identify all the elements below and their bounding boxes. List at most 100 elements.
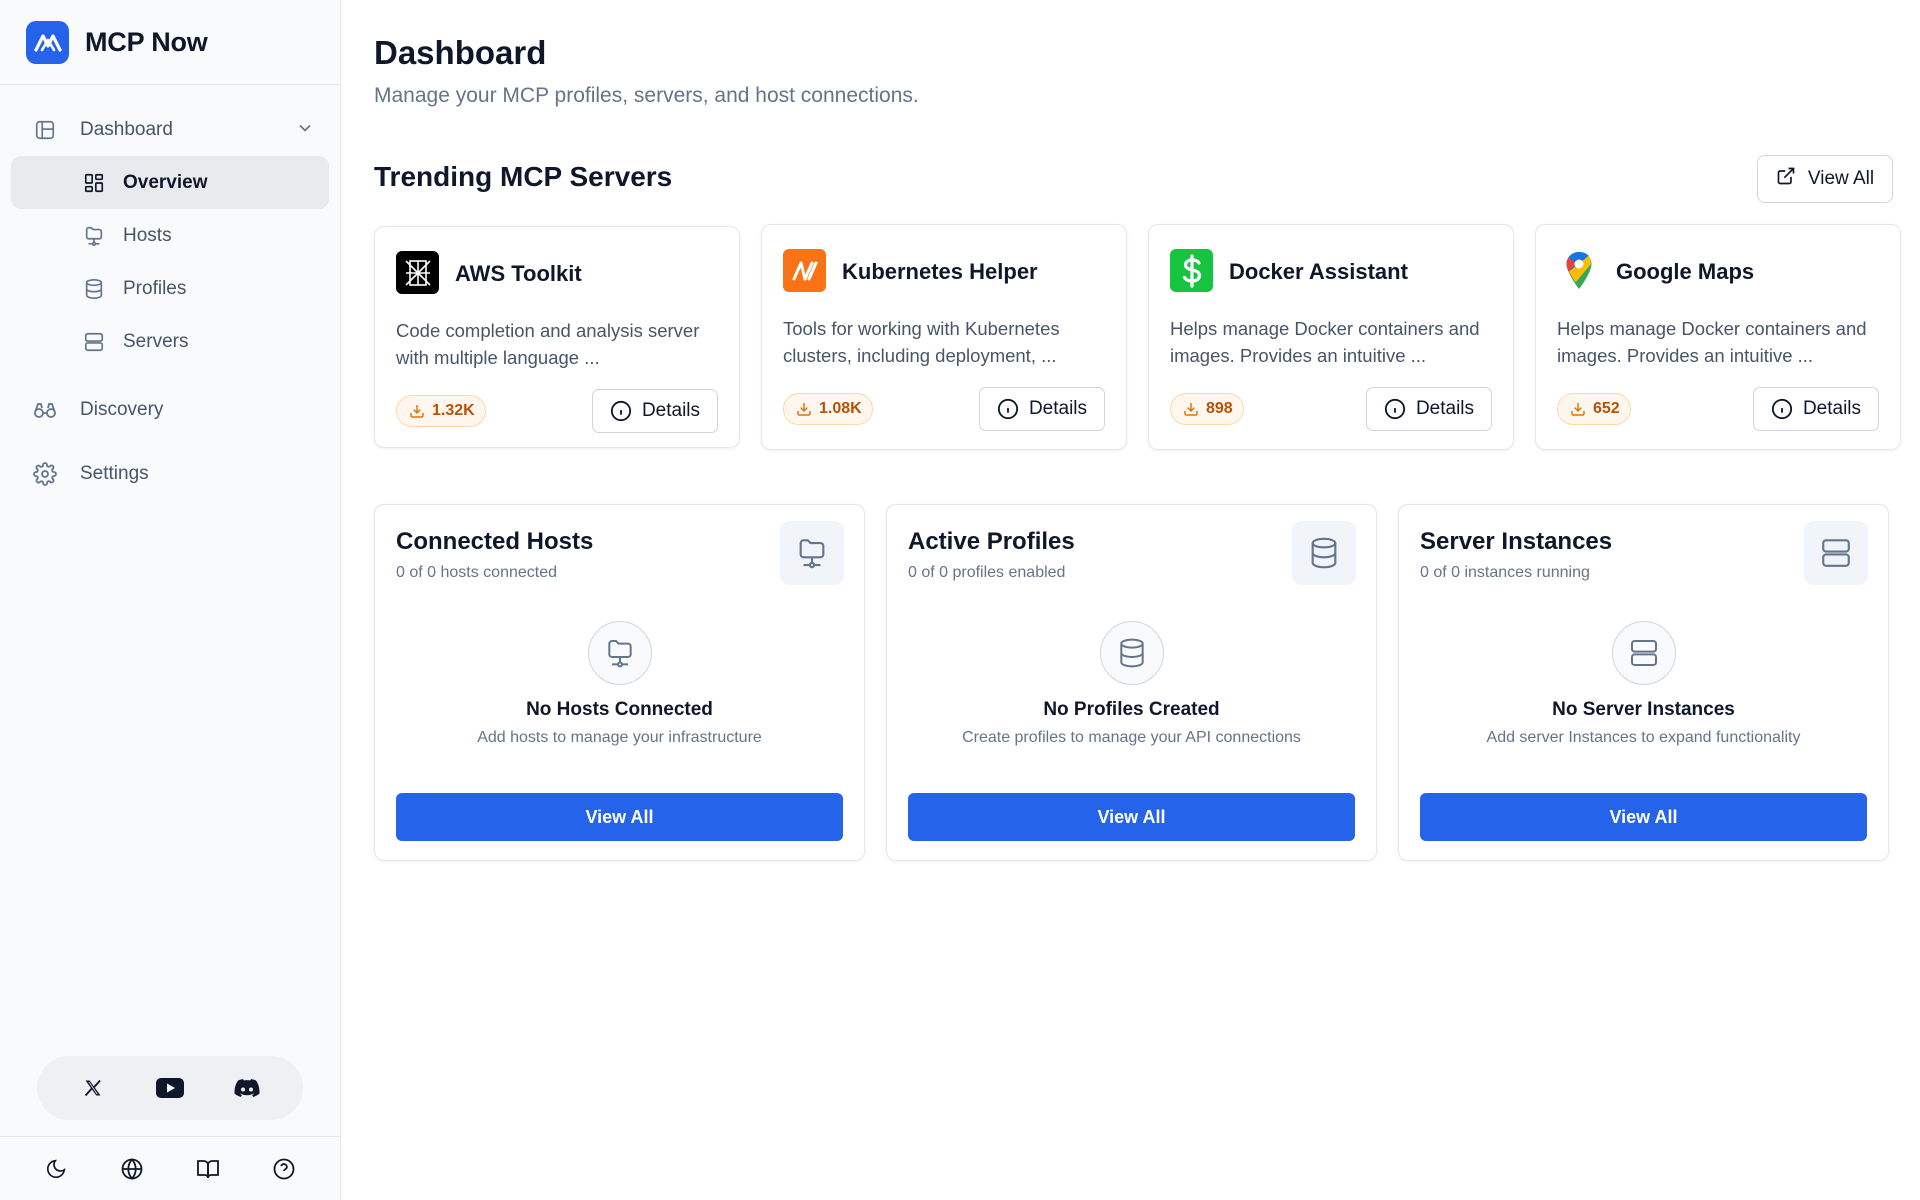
server-name: AWS Toolkit [455,261,582,286]
details-button[interactable]: Details [592,389,718,433]
sidebar-item-profiles[interactable]: Profiles [11,262,329,315]
aws-toolkit-logo [396,251,439,294]
download-icon [797,403,811,416]
connected-hosts-card: Connected Hosts 0 of 0 hosts connected N… [374,504,865,861]
dollar-logo [1170,249,1213,292]
info-icon [1771,398,1793,420]
help-icon[interactable] [264,1149,304,1189]
download-count-badge: 1.32K [396,395,486,427]
card-subtitle: 0 of 0 hosts connected [396,564,557,581]
details-label: Details [1415,398,1475,419]
main-content: Dashboard Manage your MCP profiles, serv… [341,0,1920,1200]
details-label: Details [641,400,701,421]
server-icon [1611,621,1676,685]
view-all-label: View All [1807,168,1875,189]
sidebar-item-dashboard[interactable]: Dashboard [11,103,329,156]
empty-state-subtitle: Add server Instances to expand functiona… [1486,729,1801,746]
empty-state-title: No Profiles Created [1043,699,1220,720]
external-link-icon [1776,166,1796,192]
monitor-icon [81,223,107,249]
sidebar-item-settings[interactable]: Settings [11,442,329,506]
binoculars-icon [32,397,58,423]
book-icon[interactable] [188,1149,228,1189]
info-icon [997,398,1019,420]
sidebar-item-overview[interactable]: Overview [11,156,329,209]
details-button[interactable]: Details [1753,387,1879,431]
database-icon [1292,521,1356,585]
sidebar-item-label: Dashboard [80,118,173,140]
layout-icon [32,117,58,143]
monitor-icon [587,621,652,685]
sidebar-item-label: Hosts [123,224,172,246]
sidebar-item-label: Profiles [123,277,187,299]
server-name: Google Maps [1616,259,1755,284]
google-maps-logo [1557,249,1600,292]
kubernetes-helper-logo [783,249,826,292]
sidebar-item-discovery[interactable]: Discovery [11,378,329,442]
servers-view-all-button[interactable]: View All [1420,793,1867,841]
trending-title: Trending MCP Servers [374,161,673,192]
server-description: Helps manage Docker containers and image… [1170,318,1480,366]
empty-state-subtitle: Create profiles to manage your API conne… [962,729,1301,746]
download-icon [1571,403,1585,416]
card-title: Active Profiles [908,528,1075,555]
empty-state-subtitle: Add hosts to manage your infrastructure [477,729,762,746]
brand[interactable]: MCP Now [0,0,340,85]
sidebar-item-label: Settings [80,463,149,484]
page-title: Dashboard [374,34,547,71]
sidebar-item-label: Overview [123,171,208,193]
download-count: 1.32K [432,402,475,419]
card-subtitle: 0 of 0 instances running [1420,564,1590,581]
social-links [37,1056,303,1120]
details-label: Details [1802,398,1862,419]
details-label: Details [1028,398,1088,419]
empty-state-title: No Hosts Connected [526,699,713,720]
details-button[interactable]: Details [1366,387,1492,431]
active-profiles-card: Active Profiles 0 of 0 profiles enabled … [886,504,1377,861]
trending-card-google-maps[interactable]: Google Maps Helps manage Docker containe… [1535,224,1901,450]
database-icon [81,276,107,302]
card-title: Connected Hosts [396,528,594,555]
download-count: 1.08K [819,400,862,417]
server-name: Kubernetes Helper [842,259,1038,284]
card-subtitle: 0 of 0 profiles enabled [908,564,1066,581]
download-count-badge: 1.08K [783,393,873,425]
page-subtitle: Manage your MCP profiles, servers, and h… [374,84,919,107]
info-icon [1384,398,1406,420]
sidebar-item-servers[interactable]: Servers [11,315,329,368]
server-description: Code completion and analysis server with… [396,320,700,368]
trending-view-all-button[interactable]: View All [1757,155,1893,203]
sidebar-footer [0,1136,340,1200]
trending-card-kubernetes-helper[interactable]: Kubernetes Helper Tools for working with… [761,224,1127,450]
app-name: MCP Now [85,26,208,57]
server-description: Helps manage Docker containers and image… [1557,318,1867,366]
sidebar-nav: Dashboard Overview Hosts Profiles Server… [0,85,340,506]
hosts-view-all-button[interactable]: View All [396,793,843,841]
server-icon [1804,521,1868,585]
discord-icon[interactable] [227,1068,267,1108]
moon-icon[interactable] [36,1149,76,1189]
download-count: 652 [1593,400,1620,417]
sidebar: MCP Now Dashboard Overview Hosts Profile… [0,0,341,1200]
server-name: Docker Assistant [1229,259,1408,284]
youtube-icon[interactable] [150,1068,190,1108]
download-icon [1184,403,1198,416]
download-icon [410,405,424,418]
trending-card-docker-assistant[interactable]: Docker Assistant Helps manage Docker con… [1148,224,1514,450]
server-icon [81,329,107,355]
profiles-view-all-button[interactable]: View All [908,793,1355,841]
sidebar-item-hosts[interactable]: Hosts [11,209,329,262]
chevron-down-icon[interactable] [295,118,315,144]
monitor-icon [780,521,844,585]
details-button[interactable]: Details [979,387,1105,431]
sidebar-item-label: Servers [123,330,189,352]
download-count: 898 [1206,400,1233,417]
trending-card-aws-toolkit[interactable]: AWS Toolkit Code completion and analysis… [374,226,740,448]
info-icon [610,400,632,422]
server-description: Tools for working with Kubernetes cluste… [783,318,1060,366]
database-icon [1099,621,1164,685]
x-icon[interactable] [73,1068,113,1108]
globe-icon[interactable] [112,1149,152,1189]
server-instances-card: Server Instances 0 of 0 instances runnin… [1398,504,1889,861]
sidebar-item-label: Discovery [80,399,164,420]
